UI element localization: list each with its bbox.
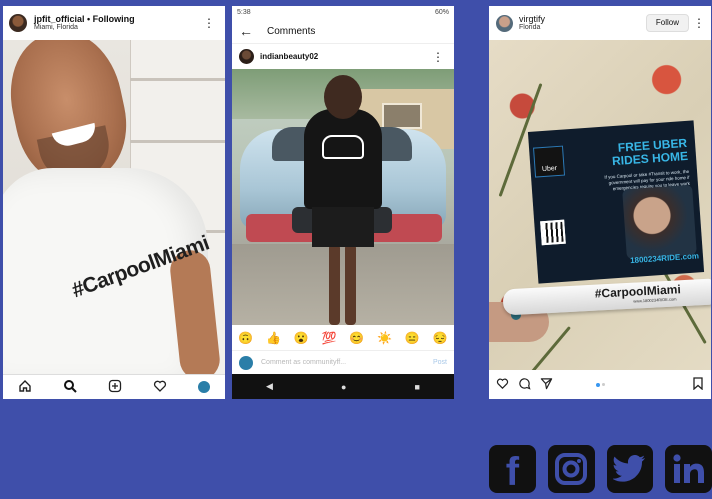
more-options-icon[interactable]: ⋮ bbox=[693, 17, 705, 29]
promo-pen: #CarpoolMiami www.1800234RIDE.com bbox=[502, 278, 711, 316]
username[interactable]: virgtify bbox=[519, 14, 545, 24]
location[interactable]: Florida bbox=[519, 24, 545, 31]
profile-icon[interactable] bbox=[197, 381, 210, 393]
emoji-button[interactable]: ☀️ bbox=[377, 332, 392, 344]
carousel-indicator bbox=[602, 383, 605, 386]
post-header: jpfit_official • Following Miami, Florid… bbox=[3, 6, 225, 40]
avatar bbox=[239, 355, 253, 370]
uber-logo: Uber bbox=[533, 145, 566, 178]
add-icon[interactable] bbox=[108, 379, 122, 395]
instagram-post-jpfit: jpfit_official • Following Miami, Florid… bbox=[3, 6, 225, 399]
post-photo[interactable] bbox=[232, 69, 454, 325]
twitter-icon[interactable] bbox=[606, 445, 654, 493]
status-bar: 5:38 60% bbox=[232, 6, 454, 19]
carpool-car-logo bbox=[322, 135, 364, 159]
instagram-icon[interactable] bbox=[547, 445, 595, 493]
comments-header: ← Comments bbox=[232, 19, 454, 43]
post-photo[interactable]: Uber FREE UBER RIDES HOME If you Carpool… bbox=[489, 40, 711, 370]
person-shirt bbox=[304, 109, 382, 209]
emoji-button[interactable]: 💯 bbox=[322, 332, 337, 344]
building-window bbox=[382, 103, 422, 129]
person-legs bbox=[329, 244, 357, 325]
emoji-button[interactable]: 🙃 bbox=[238, 332, 253, 344]
emoji-button[interactable]: 😊 bbox=[349, 332, 364, 344]
qr-code bbox=[540, 219, 566, 246]
emoji-button[interactable]: 👍 bbox=[266, 332, 281, 344]
linkedin-icon[interactable] bbox=[665, 445, 712, 493]
avatar[interactable] bbox=[496, 14, 513, 32]
page-title: Comments bbox=[267, 25, 316, 37]
username[interactable]: indianbeauty02 bbox=[260, 52, 318, 61]
follow-button[interactable]: Follow bbox=[645, 14, 689, 32]
status-time: 5:38 bbox=[237, 9, 251, 16]
instagram-post-virgtify: virgtify Florida Follow ⋮ Uber FREE UBER… bbox=[489, 6, 711, 399]
username[interactable]: jpfit_official • Following bbox=[34, 14, 135, 24]
uber-flyer: Uber FREE UBER RIDES HOME If you Carpool… bbox=[527, 120, 705, 284]
post-button[interactable]: Post bbox=[433, 359, 447, 366]
post-actions bbox=[489, 370, 711, 399]
post-header: indianbeauty02 ⋮ bbox=[232, 43, 454, 69]
pen-url: www.1800234RIDE.com bbox=[633, 296, 677, 304]
post-photo[interactable]: #CarpoolMiami bbox=[3, 40, 225, 374]
emoji-button[interactable]: 😔 bbox=[433, 332, 448, 344]
heart-icon[interactable] bbox=[496, 377, 509, 392]
post-header: virgtify Florida Follow ⋮ bbox=[489, 6, 711, 40]
android-nav-bar: ◀ ● ■ bbox=[232, 374, 454, 399]
emoji-quick-bar: 🙃 👍 😮 💯 😊 ☀️ 😑 😔 bbox=[232, 325, 454, 350]
flyer-headline: FREE UBER RIDES HOME bbox=[611, 135, 689, 168]
status-battery: 60% bbox=[434, 9, 449, 16]
instagram-comments-indianbeauty: 5:38 60% ← Comments indianbeauty02 ⋮ 🙃 👍… bbox=[232, 6, 454, 399]
emoji-button[interactable]: 😮 bbox=[294, 332, 309, 344]
shelf bbox=[130, 140, 225, 143]
comment-input[interactable]: Comment as communityff... bbox=[261, 359, 433, 366]
facebook-icon[interactable]: f bbox=[489, 445, 536, 494]
avatar[interactable] bbox=[239, 49, 254, 64]
comment-icon[interactable] bbox=[518, 377, 531, 392]
heart-icon[interactable] bbox=[153, 379, 167, 395]
home-icon[interactable] bbox=[18, 379, 32, 395]
home-icon[interactable]: ● bbox=[341, 382, 346, 392]
more-options-icon[interactable]: ⋮ bbox=[432, 51, 444, 63]
back-arrow-icon[interactable]: ← bbox=[239, 24, 253, 38]
comment-input-bar: Comment as communityff... Post bbox=[232, 350, 454, 374]
bottom-nav bbox=[3, 374, 225, 399]
search-icon[interactable] bbox=[63, 379, 77, 395]
person-head bbox=[324, 75, 362, 119]
more-options-icon[interactable]: ⋮ bbox=[203, 17, 215, 29]
flyer-photo bbox=[622, 184, 697, 260]
location[interactable]: Miami, Florida bbox=[34, 24, 135, 31]
avatar[interactable] bbox=[9, 14, 27, 32]
shelf bbox=[130, 78, 225, 81]
emoji-button[interactable]: 😑 bbox=[405, 332, 420, 344]
share-icon[interactable] bbox=[540, 377, 553, 392]
recents-icon[interactable]: ■ bbox=[415, 382, 420, 392]
bookmark-icon[interactable] bbox=[692, 377, 704, 393]
back-icon[interactable]: ◀ bbox=[266, 381, 273, 392]
carousel-indicator-active bbox=[596, 383, 600, 387]
social-links: f bbox=[489, 445, 712, 499]
person-skirt bbox=[312, 207, 374, 247]
